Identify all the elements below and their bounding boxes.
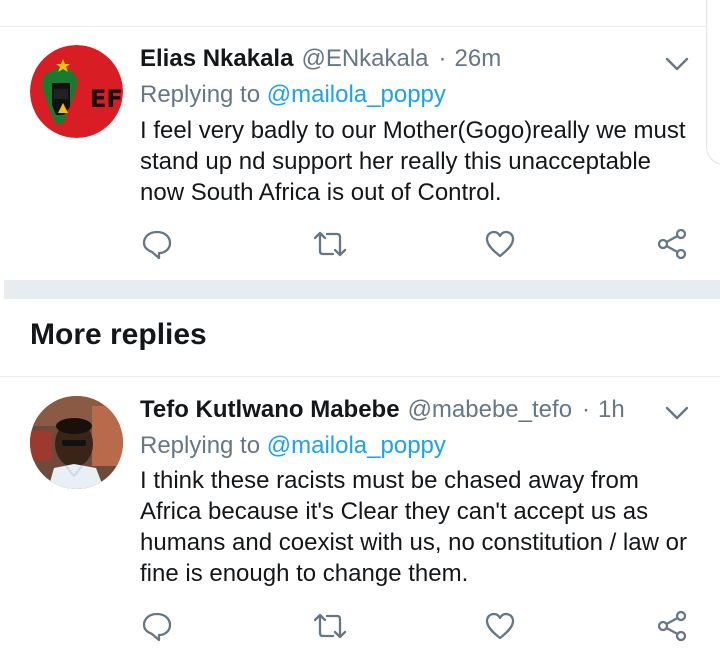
- section-heading: More replies: [30, 318, 207, 351]
- heart-icon: [485, 230, 515, 258]
- replying-to: Replying to @mailola_poppy: [140, 432, 446, 460]
- share-icon: [657, 228, 687, 260]
- timestamp[interactable]: 26m: [455, 45, 502, 73]
- share-icon: [657, 610, 687, 642]
- reply-icon: [142, 230, 172, 260]
- chevron-down-icon: [665, 406, 689, 420]
- tweet-header: Elias Nkakala @ENkakala · 26m: [140, 45, 501, 79]
- tweet-menu-button[interactable]: [664, 403, 690, 423]
- author-handle[interactable]: @ENkakala: [301, 45, 428, 73]
- replying-to: Replying to @mailola_poppy: [140, 81, 446, 109]
- chevron-down-icon: [665, 57, 689, 71]
- meta-separator: ·: [438, 45, 447, 72]
- tweet-menu-button[interactable]: [664, 54, 690, 74]
- reply-button[interactable]: [137, 224, 177, 264]
- tweet-card[interactable]: EF Elias Nkakala @ENkakala · 26m Replyin…: [0, 27, 720, 280]
- avatar-image: EF: [30, 45, 123, 138]
- replying-prefix: Replying to: [140, 432, 261, 459]
- meta-separator: ·: [582, 396, 591, 423]
- retweet-icon: [313, 613, 347, 639]
- tweet-actions: [0, 224, 720, 264]
- avatar[interactable]: EF: [30, 45, 123, 138]
- heart-icon: [485, 612, 515, 640]
- tweet-text: I think these racists must be chased awa…: [140, 467, 687, 587]
- replying-mention-link[interactable]: @mailola_poppy: [267, 432, 446, 459]
- tweet-card[interactable]: Tefo Kutlwano Mabebe @mabebe_tefo · 1h R…: [0, 377, 720, 655]
- tweet-header: Tefo Kutlwano Mabebe @mabebe_tefo · 1h: [140, 396, 625, 430]
- section-separator: [4, 280, 720, 299]
- like-button[interactable]: [480, 606, 520, 646]
- share-button[interactable]: [652, 224, 692, 264]
- retweet-button[interactable]: [310, 606, 350, 646]
- reply-icon: [142, 612, 172, 642]
- retweet-icon: [313, 231, 347, 257]
- tweet-actions: [0, 606, 720, 646]
- author-name[interactable]: Elias Nkakala: [140, 45, 293, 73]
- replying-prefix: Replying to: [140, 81, 261, 108]
- avatar-logo-text: EF: [90, 85, 123, 113]
- reply-button[interactable]: [137, 606, 177, 646]
- author-name[interactable]: Tefo Kutlwano Mabebe: [140, 396, 400, 424]
- avatar-image: [30, 396, 123, 489]
- tweet-text: I feel very badly to our Mother(Gogo)rea…: [140, 117, 686, 206]
- timestamp[interactable]: 1h: [598, 396, 625, 424]
- retweet-button[interactable]: [310, 224, 350, 264]
- avatar[interactable]: [30, 396, 123, 489]
- author-handle[interactable]: @mabebe_tefo: [408, 396, 572, 424]
- share-button[interactable]: [652, 606, 692, 646]
- replying-mention-link[interactable]: @mailola_poppy: [267, 81, 446, 108]
- like-button[interactable]: [480, 224, 520, 264]
